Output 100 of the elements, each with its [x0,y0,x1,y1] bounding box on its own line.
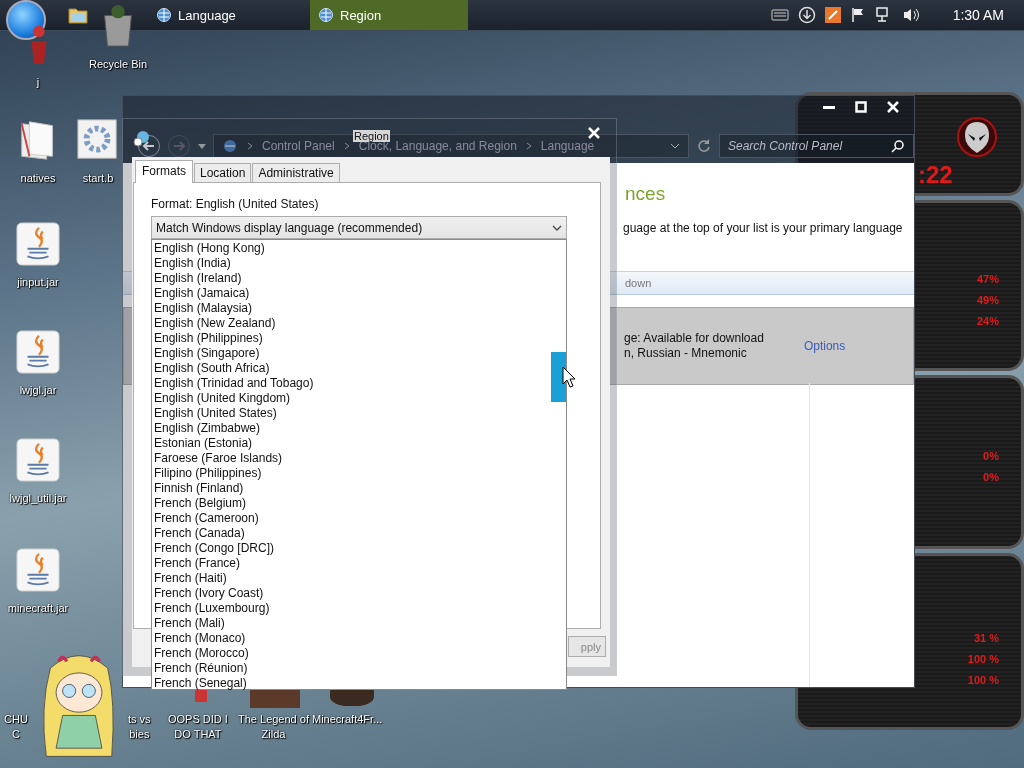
language-info-text: ge: Available for download [624,331,764,346]
dropdown-option[interactable]: French (Réunion) [154,661,248,676]
java-file-icon[interactable] [16,222,60,266]
desktop-icon-label[interactable]: lwjgl.jar [19,384,57,396]
clock[interactable]: 1:30 AM [952,7,1004,23]
dropdown-option[interactable]: French (Canada) [154,526,245,541]
dropdown-option[interactable]: French (Luxembourg) [154,601,270,616]
shortcut-label[interactable]: DO THAT [174,727,222,742]
dropdown-option[interactable]: French (Morocco) [154,646,249,661]
dropdown-option[interactable]: English (United Kingdom) [154,391,291,406]
refresh-icon[interactable] [695,137,713,155]
dropdown-option[interactable]: Filipino (Philippines) [154,466,262,481]
description-text: guage at the top of your list is your primary language [623,221,904,235]
language-info-text: n, Russian - Mnemonic [624,346,748,361]
dropdown-option[interactable]: Faroese (Faroe Islands) [154,451,283,466]
usage-percent: 100 % [967,651,999,667]
dropdown-option[interactable]: English (Trinidad and Tobago) [154,376,314,391]
caret-icon [552,223,562,232]
dropdown-option[interactable]: English (Singapore) [154,346,260,361]
dropdown-option[interactable]: English (South Africa) [154,361,270,376]
dropdown-option[interactable]: French (Mali) [154,616,225,631]
usage-percent: 31 % [973,630,999,646]
dropdown-option[interactable]: French (Monaco) [154,631,246,646]
dropdown-arrow-icon[interactable] [197,142,207,150]
dropdown-option[interactable]: English (Ireland) [154,271,242,286]
toolbar-item[interactable]: down [625,277,652,289]
globe-icon [156,7,172,23]
pen-app-icon[interactable] [824,7,841,23]
dropdown-option[interactable]: French (France) [154,556,241,571]
globe-clock-icon [133,129,151,147]
dropdown-option[interactable]: English (New Zealand) [154,316,276,331]
desktop-icon-label[interactable]: natives [20,172,56,184]
breadcrumb-link[interactable]: Language [540,139,595,153]
dropdown-option[interactable]: English (Hong Kong) [154,241,265,256]
chevron-icon [342,142,351,150]
shortcut-label[interactable]: CHU [4,712,28,727]
keyboard-icon[interactable] [770,8,789,22]
shortcut-label[interactable]: OOPS DID I [168,712,228,727]
page-heading: nces [625,183,667,205]
dropdown-option[interactable]: Finnish (Finland) [154,481,244,496]
tab[interactable]: Administrative [252,163,340,182]
dropdown-option[interactable]: English (India) [154,256,231,271]
dropdown-option[interactable]: English (United States) [154,406,277,421]
dropdown-option[interactable]: English (Zimbabwe) [154,421,261,436]
desktop-icon-label[interactable]: start.b [82,172,114,184]
shortcut-label[interactable]: C [11,727,20,742]
dropdown-option[interactable]: French (Congo [DRC]) [154,541,275,556]
dropdown-option[interactable]: Estonian (Estonia) [154,436,253,451]
usage-percent: 100 % [967,672,999,688]
minimize-icon [823,105,835,109]
maximize-icon [855,101,867,113]
forward-button[interactable] [167,134,191,158]
dropdown-option[interactable]: English (Philippines) [154,331,263,346]
flag-icon[interactable] [849,7,866,23]
shortcut-label[interactable]: The Legend of [238,712,309,727]
dialog-title: Region [353,130,390,142]
start-orb-icon[interactable] [6,0,46,40]
java-file-icon[interactable] [16,330,60,374]
chevron-icon [524,142,533,150]
usage-percent: 49% [976,292,999,308]
tab[interactable]: Location [194,163,252,182]
usage-percent: 0% [983,470,999,485]
scrollbar-thumb[interactable] [551,352,566,402]
desktop-icon-label[interactable]: j [36,76,40,88]
dropdown-option[interactable]: French (Ivory Coast) [154,586,264,601]
dropdown-option[interactable]: French (Cameroon) [154,511,259,526]
search-field[interactable]: Search Control Panel [719,134,914,158]
alien-head-icon [957,117,997,157]
dropdown-option[interactable]: English (Malaysia) [154,301,253,316]
desktop-icon-label[interactable]: jinput.jar [17,276,59,288]
shortcut-label[interactable]: ts vs [128,712,151,727]
dropdown-option[interactable]: French (Senegal) [154,676,247,691]
close-icon [887,101,899,113]
close-icon [588,127,600,139]
dropdown-option[interactable]: French (Haiti) [154,571,227,586]
shortcut-label[interactable]: Zilda [261,727,286,742]
volume-icon[interactable] [901,7,920,23]
download-icon[interactable] [797,6,816,24]
shortcut-label[interactable]: Minecraft4Fr... [312,712,383,727]
taskbar-button[interactable]: Region [310,0,468,30]
java-file-icon[interactable] [16,548,60,592]
usage-percent: 0% [983,449,999,464]
desktop-icon-label[interactable]: Recycle Bin [88,58,148,70]
chevron-icon [246,142,254,150]
search-icon [891,139,905,153]
tab[interactable]: Formats [135,160,193,183]
folder-icon[interactable] [68,6,88,24]
breadcrumb-link[interactable]: Control Panel [262,139,335,153]
format-label: Format: English (United States) [151,197,319,211]
usage-percent: 24% [976,313,999,329]
taskbar-button[interactable]: Language [150,0,300,30]
java-file-icon[interactable] [16,438,60,482]
dropdown-option[interactable]: English (Jamaica) [154,286,250,301]
usage-percent: 47% [976,271,999,287]
globe-icon [318,7,334,23]
shortcut-label[interactable]: bies [129,727,150,742]
options-link[interactable]: Options [803,339,846,353]
gear-file-icon[interactable] [76,118,120,162]
dropdown-option[interactable]: French (Belgium) [154,496,247,511]
gadget-clock: :22 [918,161,953,189]
